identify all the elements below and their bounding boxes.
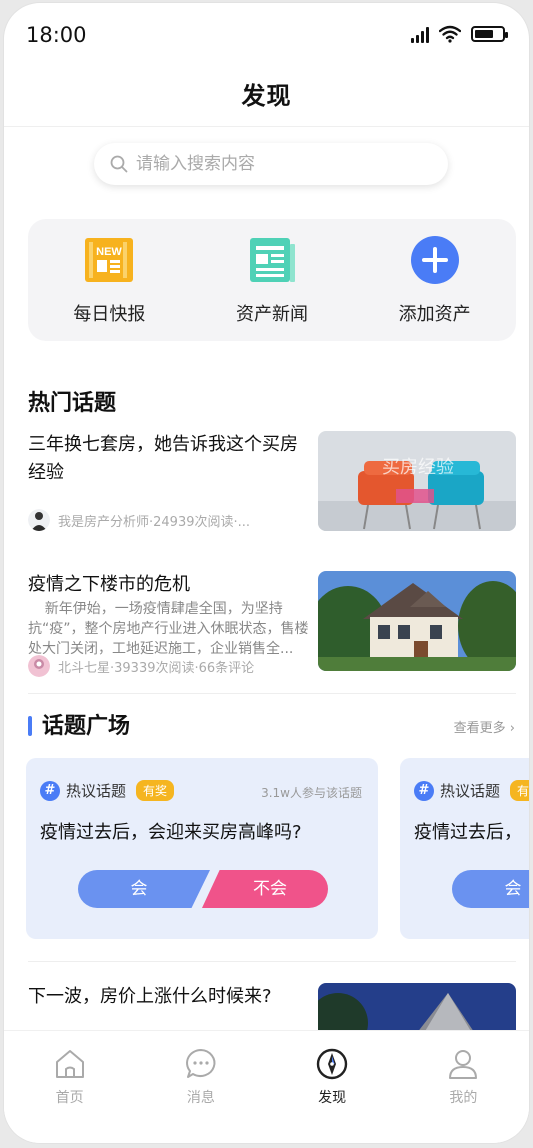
tab-home[interactable]: 首页 [25,1047,115,1143]
participant-count: 3.1w人参与该话题 [261,786,362,800]
vote-yes-button[interactable]: 会 [78,870,210,908]
search-icon [110,155,128,173]
quick-action-add-asset[interactable]: 添加资产 [365,234,505,326]
divider [28,693,516,694]
prize-badge: 有 [510,780,529,801]
vote-yes-button[interactable]: 会 [452,870,529,908]
article-item[interactable]: 疫情之下楼市的危机 新年伊始，一场疫情肆虐全国，为坚持抗“疫”，整个房地产行业进… [28,571,516,677]
quick-action-label: 添加资产 [398,304,471,325]
status-time: 18:00 [26,23,87,47]
tab-bar: 首页 消息 发现 我的 [4,1030,529,1143]
hashtag-icon: # [40,780,60,801]
plaza-title: 话题广场 [42,714,131,739]
tab-messages[interactable]: 消息 [156,1047,246,1143]
article-thumbnail [318,571,516,671]
topic-tag: 热议话题 [66,782,127,800]
topic-card[interactable]: # 热议话题 有奖 3.1w人参与该话题 疫情过去后，会迎来买房高峰吗? 会 不… [26,758,378,939]
home-icon [55,1050,84,1078]
quick-actions: NEW 每日快报 资产新闻 添加资产 [28,219,516,341]
article-title: 三年换七套房，她告诉我这个买房经验 [28,434,298,483]
status-bar: 18:00 [4,3,529,65]
quick-action-label: 资产新闻 [235,304,308,325]
article-meta: 我是房产分析师·24939次阅读·... [28,509,250,531]
search-input[interactable] [136,154,416,174]
article-thumbnail: 买房经验 [318,431,516,531]
newspaper-new-icon: NEW [83,234,135,286]
avatar [28,509,50,531]
avatar [28,655,50,677]
topic-card[interactable]: # 热议话题 有 疫情过去后， 会 [400,758,529,939]
see-more-label: 查看更多 [453,721,506,736]
tab-label: 发现 [318,1090,347,1106]
wifi-icon [439,25,461,43]
vote-no-button[interactable]: 不会 [202,870,328,908]
hashtag-icon: # [414,780,434,801]
tab-label: 消息 [186,1090,215,1106]
article-item[interactable]: 三年换七套房，她告诉我这个买房经验 我是房产分析师·24939次阅读·... 买… [28,431,516,537]
topic-tag-row: # 热议话题 有奖 [40,780,175,801]
page-title: 发现 [241,82,292,110]
article-summary: 新年伊始，一场疫情肆虐全国，为坚持抗“疫”，整个房地产行业进入休眠状态，售楼处大… [28,601,309,657]
article-meta: 北斗七星·39339次阅读·66条评论 [28,655,254,677]
quick-action-label: 每日快报 [73,304,146,325]
see-more-link[interactable]: 查看更多 › [454,717,515,736]
user-icon [449,1050,478,1079]
plus-circle-icon [409,234,461,286]
search-bar[interactable] [94,143,448,185]
message-icon [185,1049,216,1078]
vote-buttons: 会 [452,870,529,908]
phone-frame: 18:00 发现 请输入搜索内容 NEW 每日快报 资产新闻 添加资产 热门话题… [4,3,529,1143]
news-document-icon [246,234,298,286]
article-title: 下一波，房价上涨什么时候来? [28,986,272,1007]
tab-label: 我的 [449,1090,478,1106]
article-title: 疫情之下楼市的危机 [28,574,190,595]
topic-question: 疫情过去后， [414,822,522,843]
nav-bar: 发现 [4,65,529,127]
section-accent-bar [28,716,32,736]
vote-buttons: 会 不会 [78,870,328,908]
quick-action-daily-report[interactable]: NEW 每日快报 [39,234,179,326]
article-meta-text: 北斗七星·39339次阅读·66条评论 [58,660,255,676]
topic-tag: 热议话题 [440,782,501,800]
topic-question: 疫情过去后，会迎来买房高峰吗? [40,822,302,843]
signal-icon [411,25,429,43]
prize-badge: 有奖 [136,780,175,801]
tab-discover[interactable]: 发现 [287,1047,377,1143]
hot-topics-title: 热门话题 [28,391,117,416]
battery-icon [471,26,508,42]
topic-tag-row: # 热议话题 有 [414,780,529,801]
article-meta-text: 我是房产分析师·24939次阅读·... [58,514,251,530]
quick-action-asset-news[interactable]: 资产新闻 [202,234,342,326]
compass-icon [316,1048,348,1080]
tab-label: 首页 [55,1090,84,1106]
new-badge: NEW [96,246,122,258]
thumbnail-caption: 买房经验 [382,457,454,478]
status-icons [411,25,508,43]
divider [28,961,516,962]
tab-profile[interactable]: 我的 [418,1047,508,1143]
chevron-right-icon: › [509,721,515,736]
